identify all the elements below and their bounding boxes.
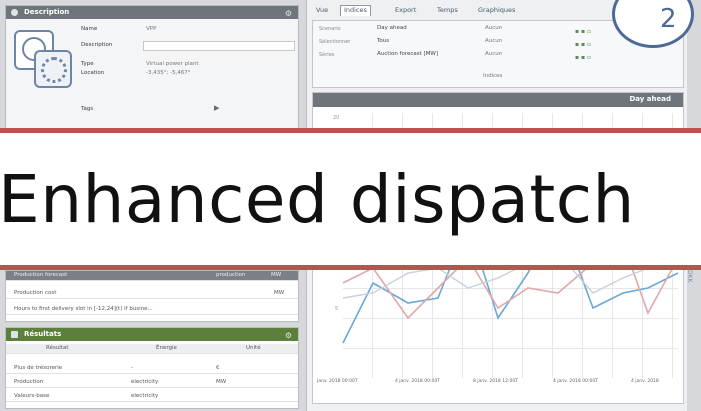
description-title: Description	[24, 8, 70, 16]
type-label: Type	[81, 61, 94, 67]
tab-indices[interactable]: Indices	[340, 5, 371, 16]
description-input[interactable]	[143, 41, 295, 51]
x-tick: 4 janv. 2018 00:00T	[395, 379, 440, 384]
tab-temps[interactable]: Temps	[437, 6, 458, 14]
tag-icon[interactable]: ▸	[214, 101, 220, 114]
tab-graphiques[interactable]: Graphiques	[478, 6, 515, 14]
x-tick: 4 janv. 2018	[631, 379, 659, 384]
title-banner: Enhanced dispatch	[0, 128, 701, 270]
description-label: Description	[81, 42, 113, 48]
vpp-logo	[14, 30, 72, 88]
results-icon	[11, 331, 18, 338]
location-value: -3,435°; -5,467°	[146, 70, 191, 76]
table-row[interactable]: Production forecast production MW	[6, 271, 298, 281]
tab-vue[interactable]: Vue	[316, 6, 328, 14]
name-label: Name	[81, 26, 98, 32]
indices-row-value[interactable]: Auction forecast [MW]	[377, 51, 438, 57]
indices-row-value[interactable]: Tous	[377, 38, 389, 44]
indices-auto-select[interactable]: Aucun	[485, 51, 502, 57]
tab-export[interactable]: Export	[395, 6, 416, 14]
results-panel: Résultats ⚙ Résultat Énergie Unité Plus …	[5, 327, 299, 409]
x-tick: 4 janv. 2018 00:00T	[553, 379, 598, 384]
indices-row-label: Séries	[319, 52, 335, 58]
table-header: Résultat Énergie Unité	[6, 344, 298, 354]
tags-label: Tags	[81, 106, 94, 112]
description-icon	[11, 9, 18, 16]
indices-row-label: Sélectionner	[319, 39, 351, 45]
table-row[interactable]: Hours to first delivery slot in [-12,24]…	[6, 305, 298, 315]
side-label: DKK	[686, 270, 693, 283]
gear-icon[interactable]: ⚙	[285, 7, 292, 20]
indices-row-value[interactable]: Day ahead	[377, 25, 407, 31]
table-row[interactable]: Production electricity MW	[6, 378, 298, 388]
table-row[interactable]: Valeurs-base electricity	[6, 392, 298, 402]
row-action-icons[interactable]: ▪ ▪ ▫ ▪ ▪ ▫ ▪ ▪ ▫	[575, 25, 591, 64]
indices-auto-select[interactable]: Aucun	[485, 25, 502, 31]
description-panel: Description ⚙ Name VPP Description Type …	[5, 5, 299, 130]
location-label: Location	[81, 70, 105, 76]
gear-icon[interactable]: ⚙	[285, 329, 292, 342]
slide-number: 2	[660, 4, 677, 34]
indices-row-label: Scenario	[319, 26, 341, 32]
results-title: Résultats	[24, 330, 62, 338]
inputs-panel: Production forecast production MW Produc…	[5, 270, 299, 322]
description-header: Description ⚙	[6, 6, 298, 19]
table-row[interactable]: Plus de trésorerie - €	[6, 364, 298, 374]
x-tick: janv. 2018 00:00T	[317, 379, 358, 384]
table-row[interactable]: Production cost MW	[6, 289, 298, 299]
indices-auto-select[interactable]: Aucun	[485, 38, 502, 44]
banner-title: Enhanced dispatch	[0, 161, 635, 238]
results-header: Résultats ⚙	[6, 328, 298, 341]
type-value: Virtual power plant	[146, 61, 199, 67]
x-tick: 8 janv. 2018 12:00T	[473, 379, 518, 384]
name-value[interactable]: VPP	[146, 26, 156, 32]
indices-footer: Indices	[483, 73, 503, 79]
